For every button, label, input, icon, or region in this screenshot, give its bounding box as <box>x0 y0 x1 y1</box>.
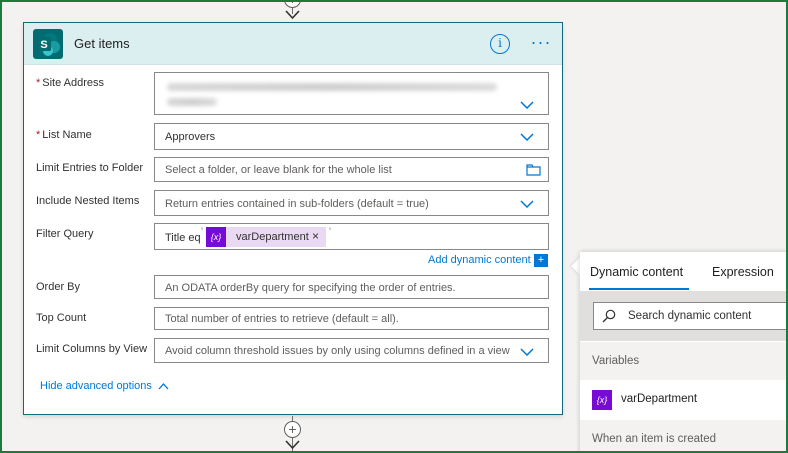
site-address-blurred-value <box>167 83 497 91</box>
token-label: varDepartment <box>236 231 309 243</box>
limit-folder-label: Limit Entries to Folder <box>36 162 143 174</box>
add-dynamic-content-icon[interactable]: + <box>534 254 548 267</box>
arrow-down-icon <box>285 440 300 450</box>
site-address-blurred-value <box>167 98 217 106</box>
dynamic-item-vardepartment[interactable]: {x} varDepartment <box>580 380 788 420</box>
order-by-label: Order By <box>36 281 81 293</box>
chevron-down-icon[interactable] <box>520 133 534 141</box>
limit-columns-dropdown[interactable]: Avoid column threshold issues by only us… <box>154 338 549 363</box>
chevron-down-icon[interactable] <box>520 348 534 356</box>
limit-columns-placeholder: Avoid column threshold issues by only us… <box>165 345 510 357</box>
active-tab-indicator <box>589 288 689 290</box>
tab-dynamic-content[interactable]: Dynamic content <box>590 265 683 279</box>
section-when-item-created[interactable]: When an item is created <box>580 420 788 453</box>
required-marker: * <box>36 77 41 89</box>
top-count-placeholder: Total number of entries to retrieve (def… <box>165 313 399 325</box>
search-dynamic-content-input[interactable]: Search dynamic content <box>593 302 788 330</box>
search-placeholder: Search dynamic content <box>628 310 752 322</box>
top-count-input[interactable]: Total number of entries to retrieve (def… <box>154 307 549 330</box>
action-header[interactable]: S Get items i ··· <box>24 23 562 65</box>
sharepoint-icon: S <box>33 29 63 59</box>
required-marker: * <box>36 129 41 141</box>
list-name-label: * List Name <box>36 129 92 141</box>
limit-folder-placeholder: Select a folder, or leave blank for the … <box>165 164 392 176</box>
dynamic-content-token[interactable]: {x} varDepartment × <box>206 227 326 247</box>
section-title: When an item is created <box>592 433 717 445</box>
variable-icon: {x} <box>206 227 226 247</box>
more-options-icon[interactable]: ··· <box>529 32 553 52</box>
limit-columns-label: Limit Columns by View <box>36 343 148 355</box>
filter-query-input[interactable]: Title eq ' {x} varDepartment × ' <box>154 223 549 250</box>
info-icon[interactable]: i <box>490 34 510 54</box>
site-address-label: * Site Address <box>36 77 105 89</box>
order-by-placeholder: An ODATA orderBy query for specifying th… <box>165 282 456 294</box>
action-title[interactable]: Get items <box>74 36 130 51</box>
nested-items-dropdown[interactable]: Return entries contained in sub-folders … <box>154 190 549 216</box>
chevron-down-icon[interactable] <box>520 101 534 109</box>
list-name-value: Approvers <box>165 131 216 143</box>
get-items-action-card: S Get items i ··· * Site Address * List Na… <box>23 22 563 415</box>
folder-picker-icon[interactable] <box>526 164 541 176</box>
dynamic-item-label: varDepartment <box>621 393 698 405</box>
filter-query-label: Filter Query <box>36 228 94 240</box>
svg-text:S: S <box>40 39 47 51</box>
variable-icon: {x} <box>592 390 612 410</box>
top-count-label: Top Count <box>36 312 87 324</box>
remove-token-icon[interactable]: × <box>312 229 319 243</box>
hide-advanced-options-link[interactable]: Hide advanced options <box>40 380 152 392</box>
search-icon <box>602 309 616 323</box>
dynamic-content-panel: Dynamic content Expression Search dynami… <box>580 252 788 453</box>
chevron-down-icon[interactable] <box>520 200 534 208</box>
section-variables[interactable]: Variables <box>580 342 788 380</box>
add-step-bottom-button[interactable]: + <box>284 421 301 438</box>
nested-items-placeholder: Return entries contained in sub-folders … <box>165 198 429 210</box>
quote-text: ' <box>329 226 332 238</box>
search-area: Search dynamic content <box>580 291 788 341</box>
site-address-dropdown[interactable] <box>154 72 549 115</box>
flyout-caret <box>571 257 580 275</box>
add-dynamic-content-link[interactable]: Add dynamic content <box>428 254 531 266</box>
chevron-up-icon[interactable] <box>158 383 169 390</box>
quote-text: ' <box>201 226 204 238</box>
arrow-down-icon <box>285 10 300 20</box>
limit-folder-input[interactable]: Select a folder, or leave blank for the … <box>154 157 549 182</box>
nested-items-label: Include Nested Items <box>36 195 140 207</box>
tab-expression[interactable]: Expression <box>712 265 774 279</box>
list-name-dropdown[interactable]: Approvers <box>154 123 549 150</box>
order-by-input[interactable]: An ODATA orderBy query for specifying th… <box>154 275 549 299</box>
filter-query-prefix: Title eq <box>165 232 201 244</box>
add-step-top-button[interactable]: + <box>284 0 301 8</box>
section-title: Variables <box>592 355 640 367</box>
